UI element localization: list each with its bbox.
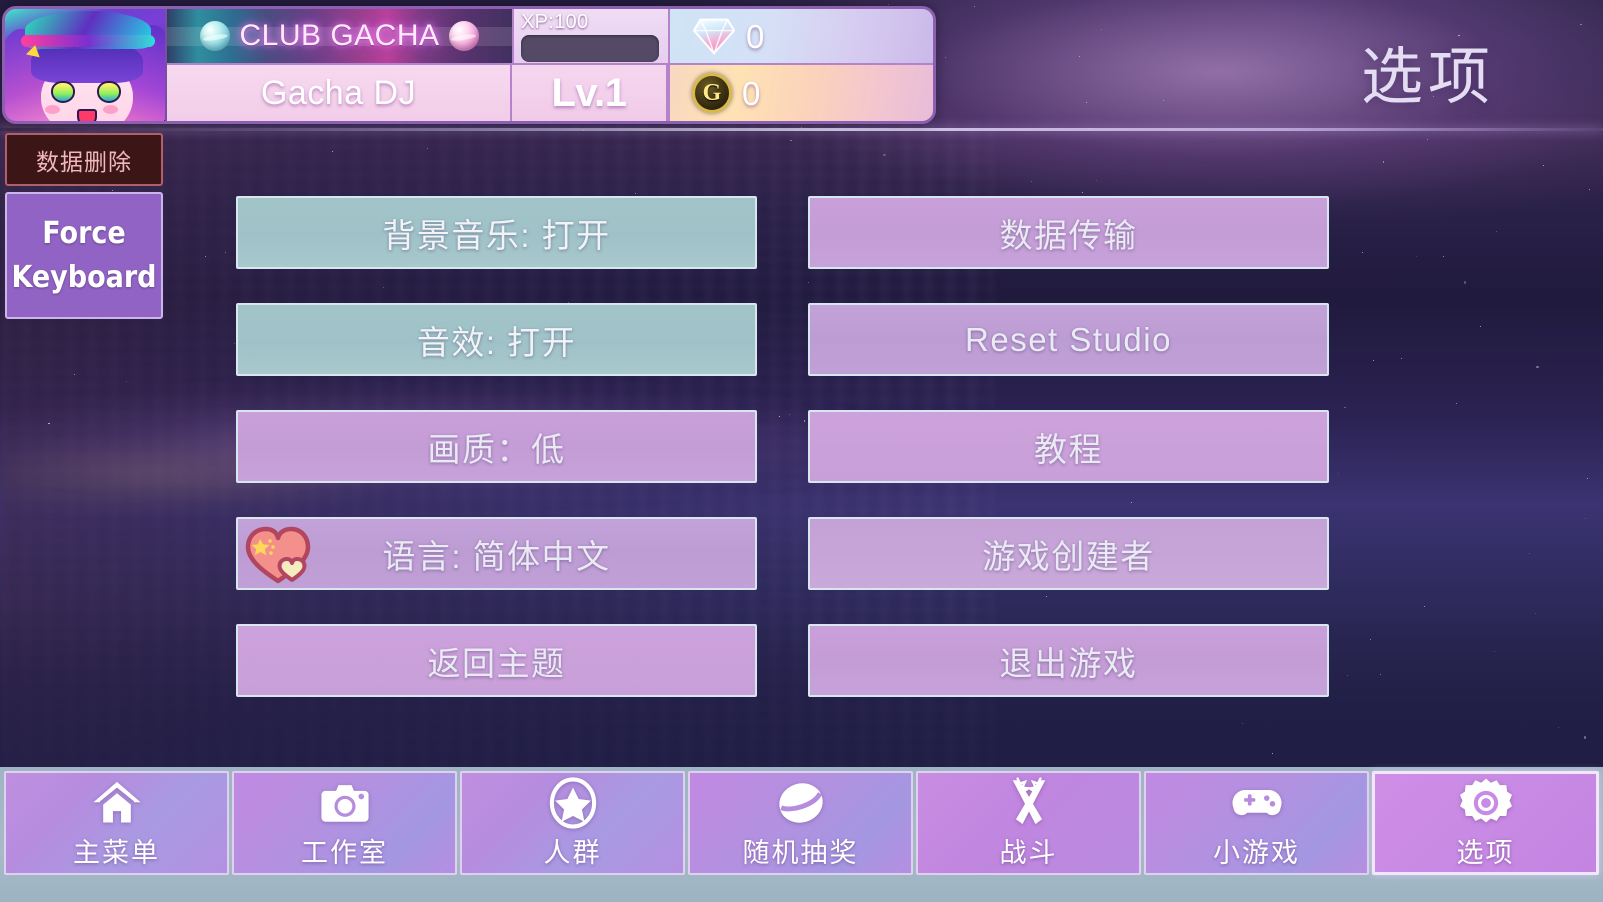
coin-count: 0 (742, 74, 761, 112)
club-banner: CLUB GACHA (167, 9, 512, 65)
nav-item-minigames[interactable]: 小游戏 (1144, 771, 1369, 875)
nav-item-minigames-label: 小游戏 (1213, 837, 1300, 868)
player-name-cell: Gacha DJ (167, 65, 512, 121)
player-header-panel: CLUB GACHA XP:100 0 Gacha DJ Lv.1 G 0 (2, 6, 936, 124)
option-data-transfer[interactable]: 数据传输 (808, 196, 1329, 269)
options-grid: 背景音乐: 打开 音效: 打开 画质：低 语言: 简体中文 返回主题 数据传输 … (236, 196, 1329, 706)
nav-item-home[interactable]: 主菜单 (4, 771, 229, 875)
xp-bar-track (521, 35, 659, 62)
force-keyboard-label-line1: Force (42, 216, 126, 251)
gacha-ball-icon-left (200, 21, 231, 51)
data-delete-button[interactable]: 数据删除 (5, 133, 163, 186)
heart-flag-icon (244, 521, 322, 587)
option-quality-label: 画质：低 (427, 430, 566, 468)
bottom-navigation-bar: 主菜单 工作室 人群 随机抽奖 战斗 小游戏 选项 (0, 767, 1603, 902)
xp-cell: XP:100 (512, 9, 668, 65)
gacha-ball-icon (773, 777, 829, 829)
option-bgm-label: 背景音乐: 打开 (382, 216, 611, 254)
nav-item-studio-label: 工作室 (301, 837, 388, 868)
option-game-creator-label: 游戏创建者 (982, 537, 1155, 575)
diamond-icon (692, 16, 736, 56)
option-theme[interactable]: 返回主题 (236, 624, 757, 697)
nav-item-crowd[interactable]: 人群 (460, 771, 685, 875)
force-keyboard-label-line2: Keyboard (11, 259, 157, 295)
nav-item-home-label: 主菜单 (73, 837, 160, 868)
options-right-column: 数据传输 Reset Studio 教程 游戏创建者 退出游戏 (808, 196, 1329, 697)
option-reset-studio[interactable]: Reset Studio (808, 303, 1329, 376)
page-title: 选项 (1360, 43, 1495, 112)
option-quit-game[interactable]: 退出游戏 (808, 624, 1329, 697)
gear-icon (1458, 777, 1514, 829)
gem-count: 0 (746, 17, 765, 55)
option-data-transfer-label: 数据传输 (999, 216, 1138, 254)
header-top-row: CLUB GACHA XP:100 0 (167, 9, 933, 65)
nav-item-crowd-label: 人群 (543, 837, 602, 868)
coin-currency-cell[interactable]: G 0 (668, 65, 933, 121)
avatar-blush-left (45, 105, 60, 114)
option-theme-label: 返回主题 (427, 644, 566, 682)
avatar-eye-right (97, 81, 121, 103)
avatar-blush-right (103, 105, 118, 114)
option-sfx-label: 音效: 打开 (416, 323, 577, 361)
level-cell: Lv.1 (512, 65, 668, 121)
option-tutorial-label: 教程 (1034, 430, 1103, 468)
level-value: Lv.1 (551, 70, 627, 115)
avatar-cap-band (21, 35, 155, 47)
option-quality[interactable]: 画质：低 (236, 410, 757, 483)
home-icon (89, 777, 145, 829)
option-sfx[interactable]: 音效: 打开 (236, 303, 757, 376)
player-name: Gacha DJ (260, 73, 417, 112)
gacha-ball-icon-right (448, 21, 479, 51)
nav-item-gacha[interactable]: 随机抽奖 (688, 771, 913, 875)
force-keyboard-button[interactable]: Force Keyboard (5, 192, 163, 319)
nav-item-battle-label: 战斗 (999, 837, 1058, 868)
nav-item-gacha-label: 随机抽奖 (742, 837, 859, 868)
nav-item-studio[interactable]: 工作室 (232, 771, 457, 875)
coin-letter: G (702, 79, 722, 106)
option-quit-game-label: 退出游戏 (999, 644, 1138, 682)
options-left-column: 背景音乐: 打开 音效: 打开 画质：低 语言: 简体中文 返回主题 (236, 196, 757, 697)
option-bgm[interactable]: 背景音乐: 打开 (236, 196, 757, 269)
header-bottom-row: Gacha DJ Lv.1 G 0 (167, 65, 933, 121)
header-divider-line (0, 128, 1603, 131)
option-language[interactable]: 语言: 简体中文 (236, 517, 757, 590)
xp-label: XP:100 (521, 11, 589, 33)
option-reset-studio-label: Reset Studio (965, 320, 1172, 358)
star-circle-icon (545, 776, 601, 829)
club-banner-text: CLUB GACHA (239, 19, 440, 52)
avatar-mouth (77, 109, 97, 121)
nav-item-battle[interactable]: 战斗 (916, 771, 1141, 875)
nav-item-options-label: 选项 (1456, 837, 1515, 868)
gold-coin-icon: G (692, 73, 732, 113)
option-game-creator[interactable]: 游戏创建者 (808, 517, 1329, 590)
option-tutorial[interactable]: 教程 (808, 410, 1329, 483)
nav-item-options[interactable]: 选项 (1372, 771, 1599, 875)
camera-icon (317, 777, 373, 829)
gamepad-icon (1229, 777, 1285, 829)
battle-icon (1001, 776, 1057, 829)
data-delete-label: 数据删除 (36, 148, 132, 175)
header-right: CLUB GACHA XP:100 0 Gacha DJ Lv.1 G 0 (167, 9, 933, 121)
option-language-label: 语言: 简体中文 (382, 537, 611, 575)
gem-currency-cell[interactable]: 0 (668, 9, 933, 65)
avatar[interactable] (5, 9, 167, 121)
avatar-eye-left (51, 81, 75, 103)
